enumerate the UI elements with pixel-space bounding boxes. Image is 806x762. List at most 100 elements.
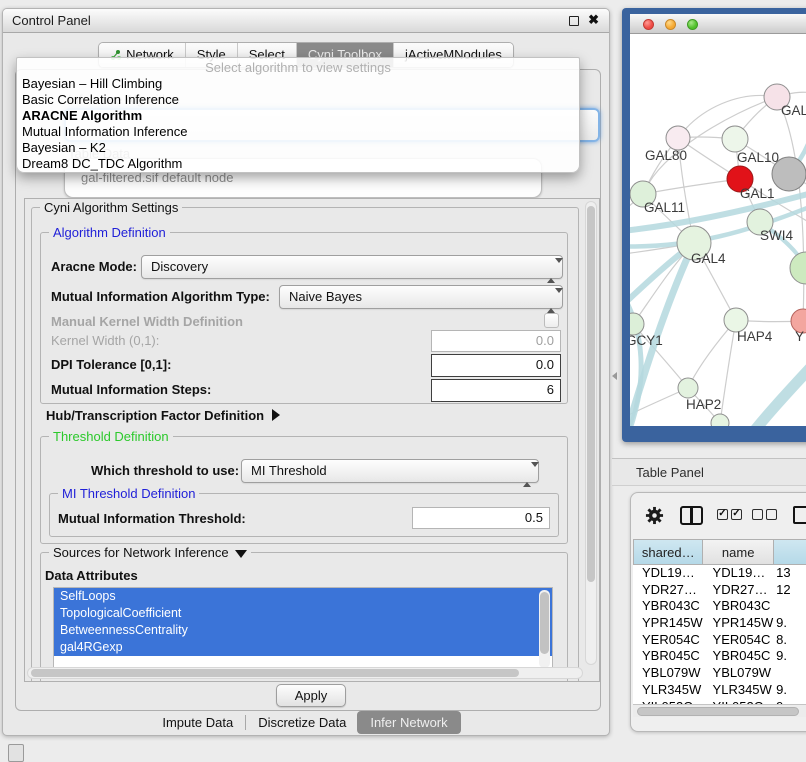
attribute-list-item[interactable]: BetweennessCentrality xyxy=(54,622,552,639)
table-column-header[interactable]: shared… xyxy=(633,539,703,565)
mi-algorithm-type-combobox[interactable]: Naive Bayes xyxy=(279,285,563,309)
table-toolbar: ✓ ✓ xyxy=(631,493,806,537)
tab-infer-network[interactable]: Infer Network xyxy=(357,711,460,734)
network-node[interactable] xyxy=(630,313,644,335)
attribute-list-item[interactable]: SelfLoops xyxy=(54,588,552,605)
attribute-list-item[interactable]: gal4RGexp xyxy=(54,639,552,656)
close-window-icon[interactable] xyxy=(643,19,654,30)
which-threshold-value: MI Threshold xyxy=(251,463,327,478)
mi-algorithm-type-label: Mutual Information Algorithm Type: xyxy=(51,286,270,308)
network-edge[interactable] xyxy=(643,179,740,194)
network-canvas[interactable]: GAL2GAL80GAL10GAL1GAL11SWI4GAL4GCY1HAP4Y… xyxy=(630,34,806,426)
scrollbar-thumb[interactable] xyxy=(587,206,595,582)
network-node-label: Y xyxy=(795,329,804,344)
network-node[interactable] xyxy=(678,378,698,398)
zoom-window-icon[interactable] xyxy=(687,19,698,30)
network-node[interactable] xyxy=(722,126,748,152)
data-attributes-list[interactable]: SelfLoopsTopologicalCoefficientBetweenne… xyxy=(53,587,553,671)
collapsed-panel-icon[interactable] xyxy=(8,744,24,762)
settings-vertical-scrollbar[interactable] xyxy=(585,201,597,665)
mi-algorithm-type-value: Naive Bayes xyxy=(289,289,362,304)
checked-box-icon: ✓ xyxy=(717,509,728,520)
minimize-window-icon[interactable] xyxy=(665,19,676,30)
tab-discretize-data[interactable]: Discretize Data xyxy=(247,711,357,734)
table-row[interactable]: YBL079WYBL079W xyxy=(633,665,806,682)
threshold-definition-title: Threshold Definition xyxy=(49,429,173,444)
table-cell: YDL19… xyxy=(704,565,775,582)
table-cell: YBR043C xyxy=(633,598,704,615)
select-all-columns-icon[interactable]: ✓ ✓ xyxy=(717,509,742,520)
table-cell: YPR145W xyxy=(633,615,704,632)
network-node-label: GCY1 xyxy=(630,333,663,348)
table-row[interactable]: YBR043CYBR043C xyxy=(633,598,806,615)
algorithm-option[interactable]: ARACNE Algorithm xyxy=(17,108,579,124)
algorithm-option[interactable]: Mutual Information Inference xyxy=(17,124,579,140)
deselect-all-columns-icon[interactable] xyxy=(752,509,777,520)
settings-horizontal-scrollbar[interactable] xyxy=(27,667,583,679)
algorithm-option[interactable]: Basic Correlation Inference xyxy=(17,92,579,108)
mi-threshold-field[interactable]: 0.5 xyxy=(412,507,550,529)
close-panel-icon[interactable]: ✖ xyxy=(588,12,599,28)
manual-kernel-width-checkbox[interactable] xyxy=(544,313,559,328)
checked-box-icon: ✓ xyxy=(731,509,742,520)
export-table-icon[interactable] xyxy=(793,506,806,524)
dpi-tolerance-field[interactable]: 0.0 xyxy=(431,354,561,377)
table-column-header[interactable]: name xyxy=(703,539,773,565)
table-cell: 9. xyxy=(774,648,806,665)
hub-definition-toggle[interactable]: Hub/Transcription Factor Definition xyxy=(46,405,280,427)
sources-title[interactable]: Sources for Network Inference xyxy=(49,545,251,560)
network-view-window: GAL2GAL80GAL10GAL1GAL11SWI4GAL4GCY1HAP4Y… xyxy=(622,8,806,442)
network-node-label: HAP4 xyxy=(737,329,772,344)
float-panel-icon[interactable] xyxy=(569,16,579,26)
table-column-header[interactable] xyxy=(774,539,806,565)
aracne-mode-combobox[interactable]: Discovery xyxy=(141,255,563,279)
kernel-width-field[interactable]: 0.0 xyxy=(431,330,561,352)
table-cell: YER054C xyxy=(633,632,704,649)
network-edge[interactable] xyxy=(744,366,806,426)
mi-threshold-label: Mutual Information Threshold: xyxy=(58,508,246,530)
table-cell: YER054C xyxy=(704,632,775,649)
table-cell: YBL079W xyxy=(633,665,704,682)
algorithm-option[interactable]: Dream8 DC_TDC Algorithm xyxy=(17,156,579,172)
expanded-arrow-icon xyxy=(235,550,247,558)
sources-title-label: Sources for Network Inference xyxy=(53,545,229,560)
table-row[interactable]: YER054CYER054C8. xyxy=(633,632,806,649)
table-row[interactable]: YPR145WYPR145W9. xyxy=(633,615,806,632)
sources-group: Sources for Network Inference Data Attri… xyxy=(40,552,568,682)
attribute-list-item[interactable]: TopologicalCoefficient xyxy=(54,605,552,622)
algorithm-definition-title: Algorithm Definition xyxy=(49,225,170,240)
table-horizontal-scrollbar[interactable] xyxy=(633,704,806,717)
table-row[interactable]: YDL19…YDL19…13 xyxy=(633,565,806,582)
data-attributes-label: Data Attributes xyxy=(45,565,138,587)
algorithm-options-list: Bayesian – Hill ClimbingBasic Correlatio… xyxy=(17,76,579,173)
table-row[interactable]: YDR27…YDR27…12 xyxy=(633,582,806,599)
network-edge[interactable] xyxy=(645,97,777,190)
apply-button[interactable]: Apply xyxy=(276,684,346,707)
algorithm-option[interactable]: Bayesian – Hill Climbing xyxy=(17,76,579,92)
show-columns-icon[interactable] xyxy=(680,506,703,525)
gear-icon[interactable] xyxy=(645,506,664,525)
tab-impute-data[interactable]: Impute Data xyxy=(151,711,244,734)
table-cell xyxy=(774,665,806,682)
network-node-label: SWI4 xyxy=(760,228,793,243)
table-cell: YBR045C xyxy=(704,648,775,665)
table-cell: 9. xyxy=(774,682,806,699)
splitter-handle[interactable] xyxy=(612,372,617,380)
table-cell: YDR27… xyxy=(633,582,704,599)
table-cell: YBR045C xyxy=(633,648,704,665)
network-node[interactable] xyxy=(790,252,806,284)
attributes-list-scrollbar[interactable] xyxy=(539,590,550,668)
combo-arrows-icon xyxy=(547,260,555,282)
table-row[interactable]: YBR045CYBR045C9. xyxy=(633,648,806,665)
table-row[interactable]: YLR345WYLR345W9. xyxy=(633,682,806,699)
scrollbar-thumb[interactable] xyxy=(31,669,519,677)
mi-steps-field[interactable]: 6 xyxy=(431,379,561,402)
tab-separator xyxy=(245,715,246,730)
scrollbar-thumb[interactable] xyxy=(540,592,549,654)
which-threshold-combobox[interactable]: MI Threshold xyxy=(241,459,539,483)
scrollbar-thumb[interactable] xyxy=(637,707,799,716)
network-node-label: GAL80 xyxy=(645,148,687,163)
network-node[interactable] xyxy=(666,126,690,150)
algorithm-option[interactable]: Bayesian – K2 xyxy=(17,140,579,156)
cyni-algorithm-settings-title: Cyni Algorithm Settings xyxy=(40,200,182,215)
